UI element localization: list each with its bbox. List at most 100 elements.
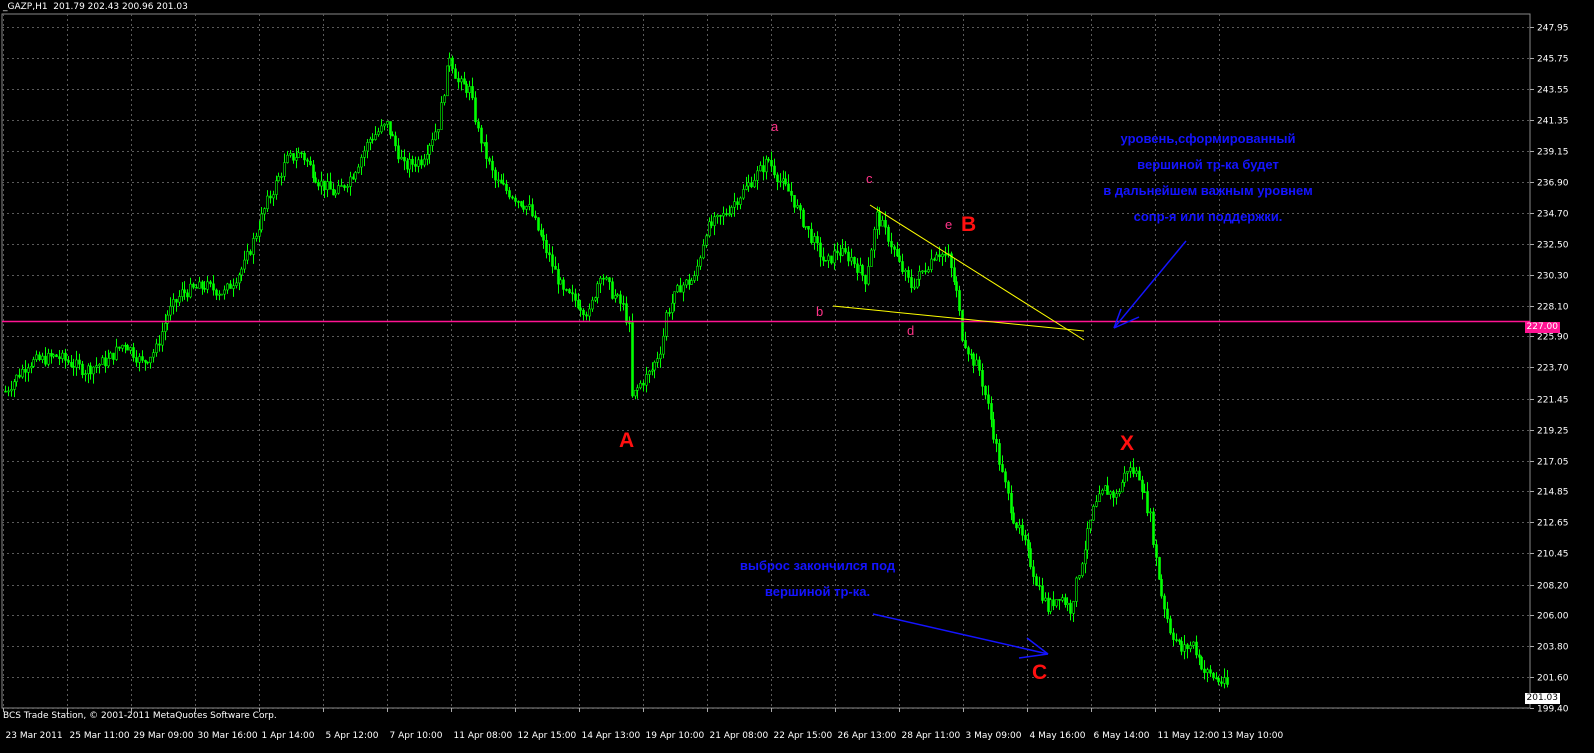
candle-body — [238, 274, 241, 284]
candle-body — [525, 206, 528, 210]
candle-body — [1138, 470, 1141, 481]
candle-body — [1112, 491, 1115, 498]
candle-body — [463, 78, 466, 85]
candle-body — [437, 129, 440, 133]
candle-body — [1027, 539, 1030, 549]
candle-body — [192, 283, 195, 288]
candle-body — [118, 346, 121, 349]
candle-body — [474, 97, 477, 123]
candle-body — [1220, 681, 1223, 684]
candle-body — [1160, 579, 1163, 597]
candle-body — [588, 308, 591, 317]
candle-body — [599, 277, 602, 285]
candle-body — [471, 86, 474, 99]
candle-body — [853, 257, 856, 265]
candle-body — [930, 258, 933, 270]
candle-body — [953, 267, 956, 283]
candle-body — [770, 160, 773, 167]
candle-body — [955, 281, 958, 291]
candle-body — [246, 251, 249, 261]
candle-body — [514, 197, 517, 202]
candle-body — [673, 291, 676, 304]
candle-body — [944, 253, 947, 256]
candle-body — [682, 284, 685, 293]
candle-body — [625, 303, 628, 323]
candle-body — [1129, 467, 1132, 472]
candle-body — [998, 443, 1001, 465]
chart-window[interactable]: 247.95 245.75 243.55 241.35 239.15 236.90 234.… — [0, 0, 1594, 753]
candle-body — [1089, 519, 1092, 529]
candle-body — [1038, 585, 1041, 587]
candle-body — [1158, 557, 1161, 580]
candle-body — [155, 343, 158, 353]
candle-body — [767, 158, 770, 161]
candle-body — [491, 160, 494, 171]
candle-body — [639, 382, 642, 389]
candle-body — [616, 294, 619, 297]
x-tick-label: 13 May 10:00 — [1222, 731, 1284, 741]
candle-body — [841, 248, 844, 256]
candle-body — [240, 268, 243, 276]
x-tick-label: 26 Apr 13:00 — [838, 731, 897, 741]
candle-body — [320, 180, 323, 187]
candle-body — [844, 248, 847, 253]
candle-body — [218, 293, 221, 296]
candle-body — [830, 255, 833, 264]
candle-body — [21, 369, 24, 378]
candle-body — [326, 181, 329, 191]
y-tick-label: 219.25 — [1537, 427, 1569, 437]
candle-body — [619, 294, 622, 304]
price-chart[interactable]: 247.95 245.75 243.55 241.35 239.15 236.90 234.… — [0, 0, 1594, 753]
candle-body — [924, 270, 927, 273]
candle-body — [323, 180, 326, 191]
candle-body — [867, 266, 870, 285]
candle-body — [109, 352, 112, 359]
y-tick-label: 245.75 — [1537, 55, 1569, 65]
candle-body — [446, 65, 449, 97]
candle-body — [443, 95, 446, 103]
candle-body — [807, 225, 810, 230]
candle-body — [426, 154, 429, 160]
candle-body — [935, 254, 938, 261]
candle-body — [18, 374, 21, 378]
candle-body — [574, 293, 577, 301]
candle-body — [916, 278, 919, 288]
candle-body — [1041, 585, 1044, 601]
candle-body — [565, 289, 568, 291]
wave-label-e: e — [945, 217, 953, 232]
candle-body — [596, 283, 599, 299]
candle-body — [668, 312, 671, 314]
candle-body — [115, 346, 118, 360]
candle-body — [35, 354, 38, 360]
candle-body — [101, 357, 104, 365]
candle-body — [534, 215, 537, 219]
candle-body — [685, 279, 688, 286]
candle-body — [990, 403, 993, 420]
candle-body — [263, 208, 266, 215]
candle-body — [776, 174, 779, 182]
candle-body — [898, 255, 901, 262]
candle-body — [1226, 677, 1229, 685]
candle-body — [235, 282, 238, 286]
candle-body — [397, 145, 400, 160]
candle-body — [1189, 645, 1192, 650]
candle-body — [488, 158, 491, 162]
candle-body — [548, 252, 551, 256]
candle-body — [1155, 544, 1158, 558]
candle-body — [44, 355, 47, 365]
candle-body — [1132, 467, 1135, 474]
x-tick-label: 14 Apr 13:00 — [582, 731, 641, 741]
candle-body — [334, 192, 337, 196]
candle-body — [901, 261, 904, 272]
candle-body — [343, 185, 346, 188]
candle-body — [730, 206, 733, 215]
x-tick-label: 7 Apr 10:00 — [390, 731, 443, 741]
throw-note-line-2: вершиной тр-ка. — [764, 584, 871, 599]
candle-body — [1175, 639, 1178, 641]
candle-body — [480, 127, 483, 144]
candle-body — [810, 228, 813, 243]
candle-body — [272, 194, 275, 199]
candle-body — [799, 205, 802, 211]
candle-body — [457, 78, 460, 83]
candle-body — [505, 183, 508, 191]
